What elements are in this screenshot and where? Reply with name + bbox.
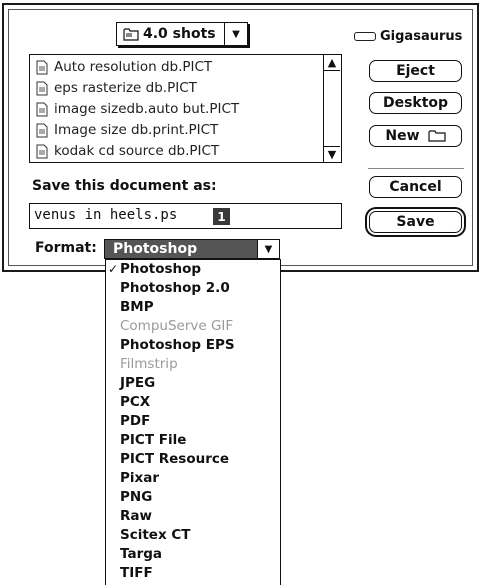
format-menu-item-label: Photoshop 2.0 (120, 280, 230, 296)
document-icon (36, 60, 48, 74)
file-name: Auto resolution db.PICT (54, 59, 213, 75)
format-menu-item-label: TIFF (120, 565, 153, 581)
format-menu-item[interactable]: TIFF (106, 564, 280, 583)
file-list-scrollbar[interactable]: ▲ ▼ (323, 55, 341, 162)
save-button[interactable]: Save (369, 211, 462, 233)
folder-popup[interactable]: 4.0 shots ▼ (116, 22, 248, 46)
eject-button[interactable]: Eject (369, 60, 462, 82)
new-folder-icon (427, 130, 446, 142)
scroll-down-arrow-icon[interactable]: ▼ (324, 146, 340, 162)
format-menu-item[interactable]: Photoshop 2.0 (106, 279, 280, 298)
format-menu-item[interactable]: PDF (106, 412, 280, 431)
format-menu-item[interactable]: Pixar (106, 469, 280, 488)
filename-field[interactable]: 1 (29, 203, 342, 229)
format-menu-item-label: CompuServe GIF (120, 318, 234, 334)
format-label: Format: (35, 240, 97, 256)
format-menu-item-label: Pixar (120, 470, 159, 486)
file-list-item[interactable]: image sizedb.auto but.PICT (30, 99, 239, 119)
format-menu-item-label: PDF (120, 413, 151, 429)
format-menu: ✓ Photoshop Photoshop 2.0 BMP CompuServe GIF… (105, 259, 281, 585)
format-menu-item-label: PCX (120, 394, 151, 410)
format-menu-item: Filmstrip (106, 355, 280, 374)
new-folder-button-label: New (385, 128, 420, 144)
desktop-button[interactable]: Desktop (369, 92, 462, 114)
format-menu-item[interactable]: PCX (106, 393, 280, 412)
format-popup-selected: Photoshop (113, 241, 198, 257)
file-list-item[interactable]: Image size db.print.PICT (30, 120, 218, 140)
format-menu-item-label: Raw (120, 508, 152, 524)
folder-icon (123, 28, 139, 41)
format-menu-item: CompuServe GIF (106, 317, 280, 336)
format-menu-item[interactable]: PICT File (106, 431, 280, 450)
format-menu-items: ✓ Photoshop Photoshop 2.0 BMP CompuServe GIF… (106, 260, 280, 583)
format-menu-item-label: Filmstrip (120, 356, 178, 372)
volume-name: Gigasaurus (354, 29, 462, 44)
file-list[interactable]: Auto resolution db.PICT eps rasterize db.… (29, 54, 342, 163)
format-menu-item-label: JPEG (120, 375, 156, 391)
format-menu-item[interactable]: PICT Resource (106, 450, 280, 469)
file-list-item[interactable]: eps rasterize db.PICT (30, 78, 197, 98)
file-list-item[interactable]: kodak cd source db.PICT (30, 141, 219, 161)
cancel-button[interactable]: Cancel (369, 176, 462, 198)
file-name: Image size db.print.PICT (54, 122, 219, 138)
callout-badge: 1 (213, 208, 230, 225)
chevron-down-icon: ▼ (232, 28, 240, 40)
chevron-down-icon: ▼ (257, 240, 279, 258)
folder-popup-label: 4.0 shots (143, 26, 216, 42)
scroll-up-arrow-icon[interactable]: ▲ (324, 55, 340, 71)
file-list-item[interactable]: Auto resolution db.PICT (30, 57, 212, 77)
format-menu-item-label: Photoshop (120, 261, 202, 277)
format-menu-item-label: BMP (120, 299, 154, 315)
format-menu-item[interactable]: Targa (106, 545, 280, 564)
format-menu-item[interactable]: PNG (106, 488, 280, 507)
button-separator (368, 168, 464, 169)
document-icon (36, 81, 48, 95)
document-icon (36, 144, 48, 158)
save-button-label: Save (396, 214, 435, 230)
format-menu-item-label: PNG (120, 489, 153, 505)
new-folder-button[interactable]: New (369, 125, 462, 147)
document-icon (36, 123, 48, 137)
format-menu-item[interactable]: BMP (106, 298, 280, 317)
file-name: kodak cd source db.PICT (54, 143, 220, 159)
format-menu-item[interactable]: ✓ Photoshop (106, 260, 280, 279)
eject-button-label: Eject (396, 63, 435, 79)
format-popup[interactable]: Photoshop ▼ (104, 239, 280, 259)
cancel-button-label: Cancel (389, 179, 442, 195)
format-menu-item[interactable]: Scitex CT (106, 526, 280, 545)
format-menu-item[interactable]: Photoshop EPS (106, 336, 280, 355)
format-menu-item-label: Targa (120, 546, 163, 562)
format-menu-item[interactable]: JPEG (106, 374, 280, 393)
format-menu-item-label: Scitex CT (120, 527, 191, 543)
checkmark-icon: ✓ (108, 262, 119, 276)
file-name: eps rasterize db.PICT (54, 80, 197, 96)
document-icon (36, 102, 48, 116)
format-menu-item-label: Photoshop EPS (120, 337, 235, 353)
filename-input[interactable] (30, 204, 208, 226)
desktop-button-label: Desktop (382, 95, 449, 111)
format-menu-item[interactable]: Raw (106, 507, 280, 526)
format-menu-item-label: PICT File (120, 432, 187, 448)
save-as-prompt: Save this document as: (32, 178, 217, 194)
file-name: image sizedb.auto but.PICT (54, 101, 240, 117)
volume-label: Gigasaurus (380, 29, 463, 44)
format-menu-item-label: PICT Resource (120, 451, 230, 467)
hard-disk-icon (354, 32, 376, 41)
